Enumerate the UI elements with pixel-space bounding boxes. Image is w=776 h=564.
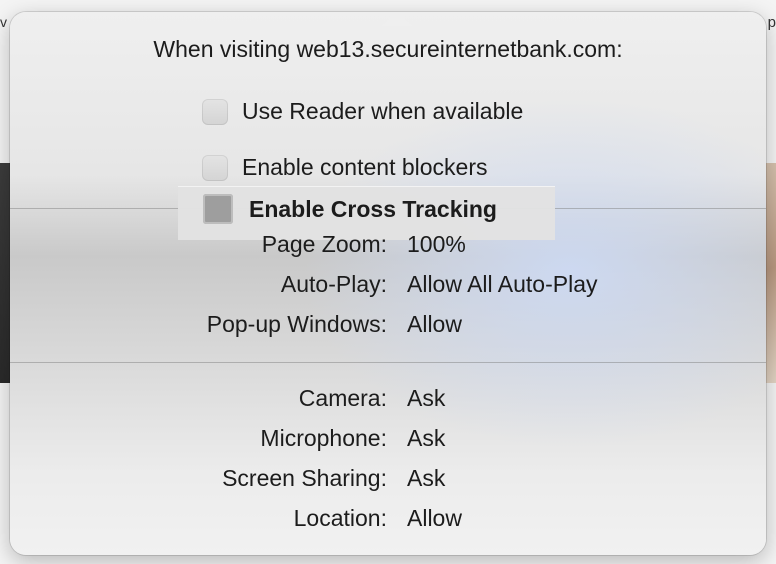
divider-permissions [10, 362, 766, 363]
popup-windows-label: Pop-up Windows: [206, 311, 387, 337]
background-text-left: v [0, 14, 7, 30]
cross-tracking-option[interactable]: Enable Cross Tracking [203, 194, 497, 224]
location-select[interactable]: Allow [407, 505, 462, 532]
popup-windows-select[interactable]: Allow [407, 311, 462, 338]
background-text-right: p [767, 14, 776, 31]
cross-tracking-label: Enable Cross Tracking [249, 195, 497, 222]
page-zoom-label: Page Zoom: [261, 231, 387, 257]
auto-play-select[interactable]: Allow All Auto-Play [407, 271, 597, 298]
reader-checkbox[interactable] [202, 98, 228, 125]
reader-option[interactable]: Use Reader when available [202, 98, 523, 125]
camera-row: Camera: Ask [10, 385, 766, 417]
microphone-select[interactable]: Ask [407, 425, 445, 452]
screen-sharing-select[interactable]: Ask [407, 465, 445, 492]
page-zoom-select[interactable]: 100% [407, 231, 466, 258]
screen-sharing-label: Screen Sharing: [222, 465, 387, 491]
auto-play-label: Auto-Play: [280, 271, 387, 297]
cross-tracking-checkbox[interactable] [203, 194, 233, 224]
auto-play-row: Auto-Play: Allow All Auto-Play [10, 271, 766, 303]
website-settings-popover: When visiting web13.secureinternetbank.c… [10, 12, 766, 555]
microphone-row: Microphone: Ask [10, 425, 766, 457]
popover-title: When visiting web13.secureinternetbank.c… [153, 36, 623, 62]
content-blockers-checkbox[interactable] [202, 154, 228, 181]
page-zoom-row: Page Zoom: 100% [10, 231, 766, 263]
content-blockers-option[interactable]: Enable content blockers [202, 154, 488, 181]
reader-label: Use Reader when available [242, 98, 524, 124]
location-row: Location: Allow [10, 505, 766, 537]
location-label: Location: [293, 505, 387, 531]
screen-sharing-row: Screen Sharing: Ask [10, 465, 766, 497]
popup-windows-row: Pop-up Windows: Allow [10, 311, 766, 343]
camera-select[interactable]: Ask [407, 385, 445, 412]
microphone-label: Microphone: [260, 425, 387, 451]
camera-label: Camera: [298, 385, 387, 411]
content-blockers-label: Enable content blockers [242, 154, 488, 180]
popover-arrow [382, 12, 412, 26]
